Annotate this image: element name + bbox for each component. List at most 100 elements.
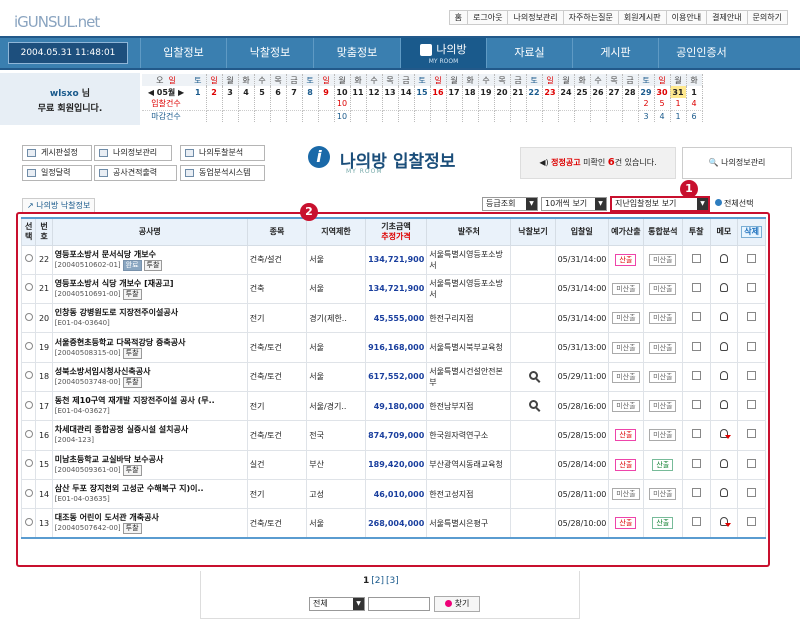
delete-checkbox[interactable]: [747, 282, 757, 292]
day-cell[interactable]: 1: [190, 86, 207, 98]
nav-tab[interactable]: 맞춤정보: [313, 38, 400, 68]
submit-checkbox[interactable]: [691, 312, 701, 322]
analysis-button[interactable]: 미산출: [649, 282, 677, 295]
top-link[interactable]: 결제안내: [706, 11, 746, 24]
notice-label[interactable]: 정정공고: [551, 158, 580, 167]
nav-tab[interactable]: 입찰정보: [140, 38, 226, 68]
menu-button[interactable]: 게시판설정: [22, 145, 92, 161]
memo-icon[interactable]: [719, 429, 731, 440]
analysis-button[interactable]: 미산출: [649, 370, 677, 383]
tag-button[interactable]: 투찰: [122, 523, 142, 535]
day-cell[interactable]: 7: [286, 86, 303, 98]
delete-checkbox[interactable]: [747, 312, 757, 322]
row-radio[interactable]: [24, 283, 33, 292]
search-button[interactable]: 찾기: [434, 596, 480, 612]
memo-icon[interactable]: [719, 341, 728, 351]
day-cell[interactable]: 26: [590, 86, 607, 98]
back-to-awards-link[interactable]: ↗ 나의방 낙찰정보: [22, 198, 96, 213]
day-cell[interactable]: 19: [478, 86, 495, 98]
project-name-link[interactable]: 차세대관리 종합공정 실증시설 설치공사: [55, 424, 245, 435]
tag-button[interactable]: 투찰: [122, 376, 142, 388]
select-all-button[interactable]: 전체선택: [715, 198, 753, 209]
submit-checkbox[interactable]: [691, 458, 701, 468]
manage-info-button[interactable]: 🔍 나의정보관리: [682, 147, 792, 179]
memo-icon[interactable]: [719, 517, 731, 528]
day-cell[interactable]: 1: [686, 86, 703, 98]
nav-tab[interactable]: 공인인증서: [658, 38, 744, 68]
search-input[interactable]: [368, 597, 430, 611]
top-link[interactable]: 문의하기: [746, 11, 787, 24]
project-name-link[interactable]: 영등포소방서 문서식당 개보수: [55, 249, 245, 260]
analysis-button[interactable]: 미산출: [649, 400, 677, 413]
submit-checkbox[interactable]: [691, 488, 701, 498]
submit-checkbox[interactable]: [691, 517, 701, 527]
day-cell[interactable]: 28: [622, 86, 639, 98]
menu-button[interactable]: 동업분석시스템: [180, 165, 265, 181]
sort-select[interactable]: 등급조회 ▼: [482, 197, 538, 211]
day-cell[interactable]: 23: [542, 86, 559, 98]
per-page-select[interactable]: 10개씩 보기 ▼: [541, 197, 607, 211]
top-link[interactable]: 홈: [450, 11, 467, 24]
project-name-link[interactable]: 동천 제10구역 재개발 지장전주이설 공사 (무..: [55, 395, 245, 406]
project-name-link[interactable]: 영등포소방서 식당 개보수 [재공고]: [55, 278, 245, 289]
nav-tab[interactable]: 낙찰정보: [226, 38, 313, 68]
day-cell[interactable]: 11: [350, 86, 367, 98]
calc-button[interactable]: 산출: [615, 253, 637, 266]
tag-button[interactable]: 투찰: [122, 288, 142, 300]
day-cell[interactable]: 14: [398, 86, 415, 98]
delete-checkbox[interactable]: [747, 253, 757, 263]
analysis-button[interactable]: 미산출: [649, 341, 677, 354]
page-link[interactable]: [2]: [371, 576, 384, 586]
calc-button[interactable]: 미산출: [612, 488, 640, 501]
day-cell[interactable]: 30: [654, 86, 671, 98]
top-link[interactable]: 나의정보관리: [507, 11, 562, 24]
calc-button[interactable]: 산출: [615, 429, 637, 442]
row-radio[interactable]: [24, 459, 33, 468]
menu-button[interactable]: 나의정보관리: [94, 145, 172, 161]
analysis-button[interactable]: 미산출: [649, 253, 677, 266]
day-cell[interactable]: 21: [510, 86, 527, 98]
tag-button[interactable]: 완료: [122, 259, 142, 271]
site-logo[interactable]: iGUNSUL.net: [14, 8, 100, 32]
analysis-button[interactable]: 산출: [652, 458, 674, 471]
day-cell[interactable]: 31: [670, 86, 687, 98]
memo-icon[interactable]: [719, 282, 728, 292]
calc-button[interactable]: 미산출: [612, 341, 640, 354]
analysis-button[interactable]: 미산출: [649, 429, 677, 442]
day-cell[interactable]: 10: [334, 86, 351, 98]
day-cell[interactable]: 12: [366, 86, 383, 98]
tag-button[interactable]: 투찰: [143, 259, 163, 271]
day-cell[interactable]: 18: [462, 86, 479, 98]
analysis-button[interactable]: 미산출: [649, 312, 677, 325]
day-cell[interactable]: 13: [382, 86, 399, 98]
row-radio[interactable]: [24, 429, 33, 438]
nav-tab[interactable]: 자료실: [486, 38, 572, 68]
nav-tab[interactable]: 게시판: [572, 38, 658, 68]
view-select[interactable]: 지난입찰정보 보기 ▼: [610, 196, 710, 212]
day-cell[interactable]: 16: [430, 86, 447, 98]
memo-icon[interactable]: [719, 253, 728, 263]
day-cell[interactable]: 2: [206, 86, 223, 98]
calc-button[interactable]: 산출: [615, 517, 637, 530]
submit-checkbox[interactable]: [691, 370, 701, 380]
row-radio[interactable]: [24, 517, 33, 526]
day-cell[interactable]: 27: [606, 86, 623, 98]
project-name-link[interactable]: 미남초등학교 교실바닥 보수공사: [55, 454, 245, 465]
analysis-button[interactable]: 미산출: [649, 488, 677, 501]
delete-checkbox[interactable]: [747, 341, 757, 351]
calc-button[interactable]: 미산출: [612, 400, 640, 413]
submit-checkbox[interactable]: [691, 429, 701, 439]
page-link[interactable]: [3]: [386, 576, 399, 586]
calc-button[interactable]: 미산출: [612, 312, 640, 325]
day-cell[interactable]: 29: [638, 86, 655, 98]
delete-checkbox[interactable]: [747, 488, 757, 498]
submit-checkbox[interactable]: [691, 400, 701, 410]
memo-icon[interactable]: [719, 488, 728, 498]
menu-button[interactable]: 공사견적출력: [94, 165, 177, 181]
delete-button[interactable]: 삭제: [741, 225, 762, 238]
day-cell[interactable]: 4: [238, 86, 255, 98]
tag-button[interactable]: 투찰: [122, 347, 142, 359]
row-radio[interactable]: [24, 400, 33, 409]
menu-button[interactable]: 나의투찰분석: [180, 145, 265, 161]
project-name-link[interactable]: 성북소방서임시청사신축공사: [55, 366, 245, 377]
